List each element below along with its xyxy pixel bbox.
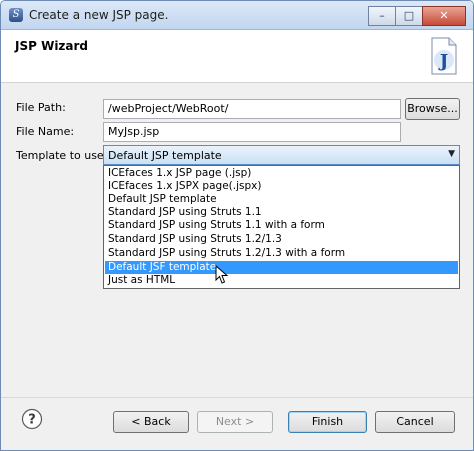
browse-button[interactable]: Browse...	[405, 98, 460, 120]
dropdown-item[interactable]: ICEfaces 1.x JSP page (.jsp)	[105, 167, 458, 180]
dropdown-item[interactable]: Standard JSP using Struts 1.1 with a for…	[105, 219, 458, 232]
next-button[interactable]: Next >	[197, 411, 273, 433]
page-title: JSP Wizard	[15, 39, 89, 53]
title-bar[interactable]: S Create a new JSP page. – □ ✕	[1, 1, 473, 30]
file-path-label: File Path:	[16, 101, 66, 114]
help-icon[interactable]: ?	[21, 408, 43, 430]
cancel-button[interactable]: Cancel	[375, 411, 455, 433]
jsp-icon-letter: J	[438, 51, 449, 72]
file-path-input[interactable]: /webProject/WebRoot/	[103, 99, 401, 119]
help-glyph: ?	[28, 413, 36, 428]
window-title: Create a new JSP page.	[29, 8, 169, 22]
dropdown-item[interactable]: Just as HTML	[105, 274, 458, 287]
template-select-value: Default JSP template	[108, 149, 222, 162]
footer-divider	[1, 397, 473, 398]
finish-button[interactable]: Finish	[288, 411, 367, 433]
dropdown-item[interactable]: Standard JSP using Struts 1.2/1.3	[105, 233, 458, 246]
caption-buttons: – □ ✕	[368, 6, 466, 26]
dropdown-item[interactable]: Default JSP template	[105, 193, 458, 206]
file-name-label: File Name:	[16, 125, 75, 138]
minimize-button[interactable]: –	[368, 6, 396, 26]
template-dropdown-list: ICEfaces 1.x JSP page (.jsp) ICEfaces 1.…	[103, 165, 460, 289]
close-button[interactable]: ✕	[422, 6, 466, 26]
chevron-down-icon[interactable]: ▼	[448, 149, 455, 159]
jsp-wizard-dialog: S Create a new JSP page. – □ ✕ JSP Wizar…	[0, 0, 474, 451]
dropdown-item[interactable]: Standard JSP using Struts 1.2/1.3 with a…	[105, 247, 458, 260]
template-select[interactable]: Default JSP template ▼	[103, 145, 460, 165]
file-name-input[interactable]: MyJsp.jsp	[103, 122, 401, 142]
wizard-header: JSP Wizard J	[1, 30, 473, 83]
maximize-button[interactable]: □	[395, 6, 423, 26]
mouse-pointer-icon	[215, 265, 229, 284]
dropdown-item[interactable]: ICEfaces 1.x JSPX page(.jspx)	[105, 180, 458, 193]
app-icon: S	[9, 8, 23, 22]
dropdown-item[interactable]: Standard JSP using Struts 1.1	[105, 206, 458, 219]
back-button[interactable]: < Back	[113, 411, 189, 433]
jsp-file-icon: J	[431, 37, 457, 75]
dropdown-item-highlighted[interactable]: Default JSF template	[105, 261, 458, 274]
template-label: Template to use:	[16, 149, 108, 162]
